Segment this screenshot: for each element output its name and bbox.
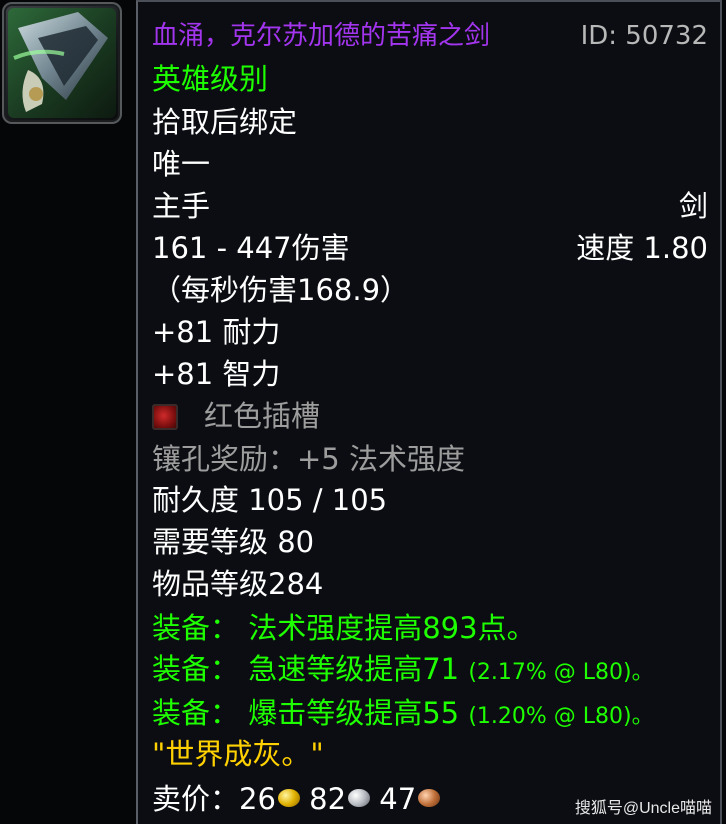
flavor-text: "世界成灰。" xyxy=(152,737,324,771)
dps-label: （每秒伤害168.9） xyxy=(152,273,410,307)
difficulty-label: 英雄级别 xyxy=(152,62,269,96)
equip-effect-text: 装备： 急速等级提高71 xyxy=(152,652,460,686)
copper-coin-icon xyxy=(418,789,441,807)
item-id: ID: 50732 xyxy=(580,21,708,51)
slot-label: 主手 xyxy=(152,189,211,223)
socket-row: 红色插槽 xyxy=(152,395,708,437)
equip-effect-note: (1.20% @ L80)。 xyxy=(468,704,654,729)
damage-row: 161 - 447伤害 速度 1.80 xyxy=(152,227,708,269)
required-level-label: 需要等级 80 xyxy=(152,525,315,559)
stamina-stat: +81 耐力 xyxy=(152,315,281,349)
speed-label: 速度 1.80 xyxy=(576,231,708,265)
intellect-stat: +81 智力 xyxy=(152,357,281,391)
weapon-type-label: 剑 xyxy=(678,189,708,223)
watermark: 搜狐号@Uncle喵喵 xyxy=(574,800,712,817)
slot-row: 主手 剑 xyxy=(152,185,708,227)
equip-effect-text: 装备： 法术强度提高893点。 xyxy=(152,611,536,645)
equip-effect-haste: 装备： 急速等级提高71 (1.20% @ L80)。 (2.17% @ L80… xyxy=(152,648,708,690)
sell-silver-value: 82 xyxy=(309,782,347,816)
equip-effect-spell-power: 装备： 法术强度提高893点。 xyxy=(152,607,708,649)
equip-effect-note: (2.17% @ L80)。 xyxy=(468,660,654,685)
socket-label: 红色插槽 xyxy=(204,399,321,433)
item-tooltip: 血涌，克尔苏加德的苦痛之剑 ID: 50732 英雄级别 拾取后绑定 唯一 主手… xyxy=(136,0,722,824)
sell-gold-value: 26 xyxy=(239,782,276,816)
item-name: 血涌，克尔苏加德的苦痛之剑 xyxy=(152,21,491,51)
unique-label: 唯一 xyxy=(152,147,211,181)
equip-effect-text: 装备： 爆击等级提高55 xyxy=(152,696,460,730)
equip-effect-crit: 装备： 爆击等级提高55 (1.20% @ L80)。 xyxy=(152,692,708,734)
item-name-row: 血涌，克尔苏加德的苦痛之剑 ID: 50732 xyxy=(152,15,708,57)
sell-copper-value: 47 xyxy=(379,782,417,816)
binding-label: 拾取后绑定 xyxy=(152,105,298,139)
sell-price-label: 卖价： xyxy=(152,782,240,816)
gold-coin-icon xyxy=(277,789,300,807)
damage-label: 161 - 447伤害 xyxy=(152,231,350,265)
sword-icon[interactable] xyxy=(2,2,122,124)
silver-coin-icon xyxy=(348,789,371,807)
red-socket-icon xyxy=(152,404,178,430)
socket-bonus-label: 镶孔奖励：+5 法术强度 xyxy=(152,442,465,476)
item-level-label: 物品等级284 xyxy=(152,567,324,601)
item-tooltip-screen: 血涌，克尔苏加德的苦痛之剑 ID: 50732 英雄级别 拾取后绑定 唯一 主手… xyxy=(0,0,726,824)
durability-label: 耐久度 105 / 105 xyxy=(152,483,388,517)
